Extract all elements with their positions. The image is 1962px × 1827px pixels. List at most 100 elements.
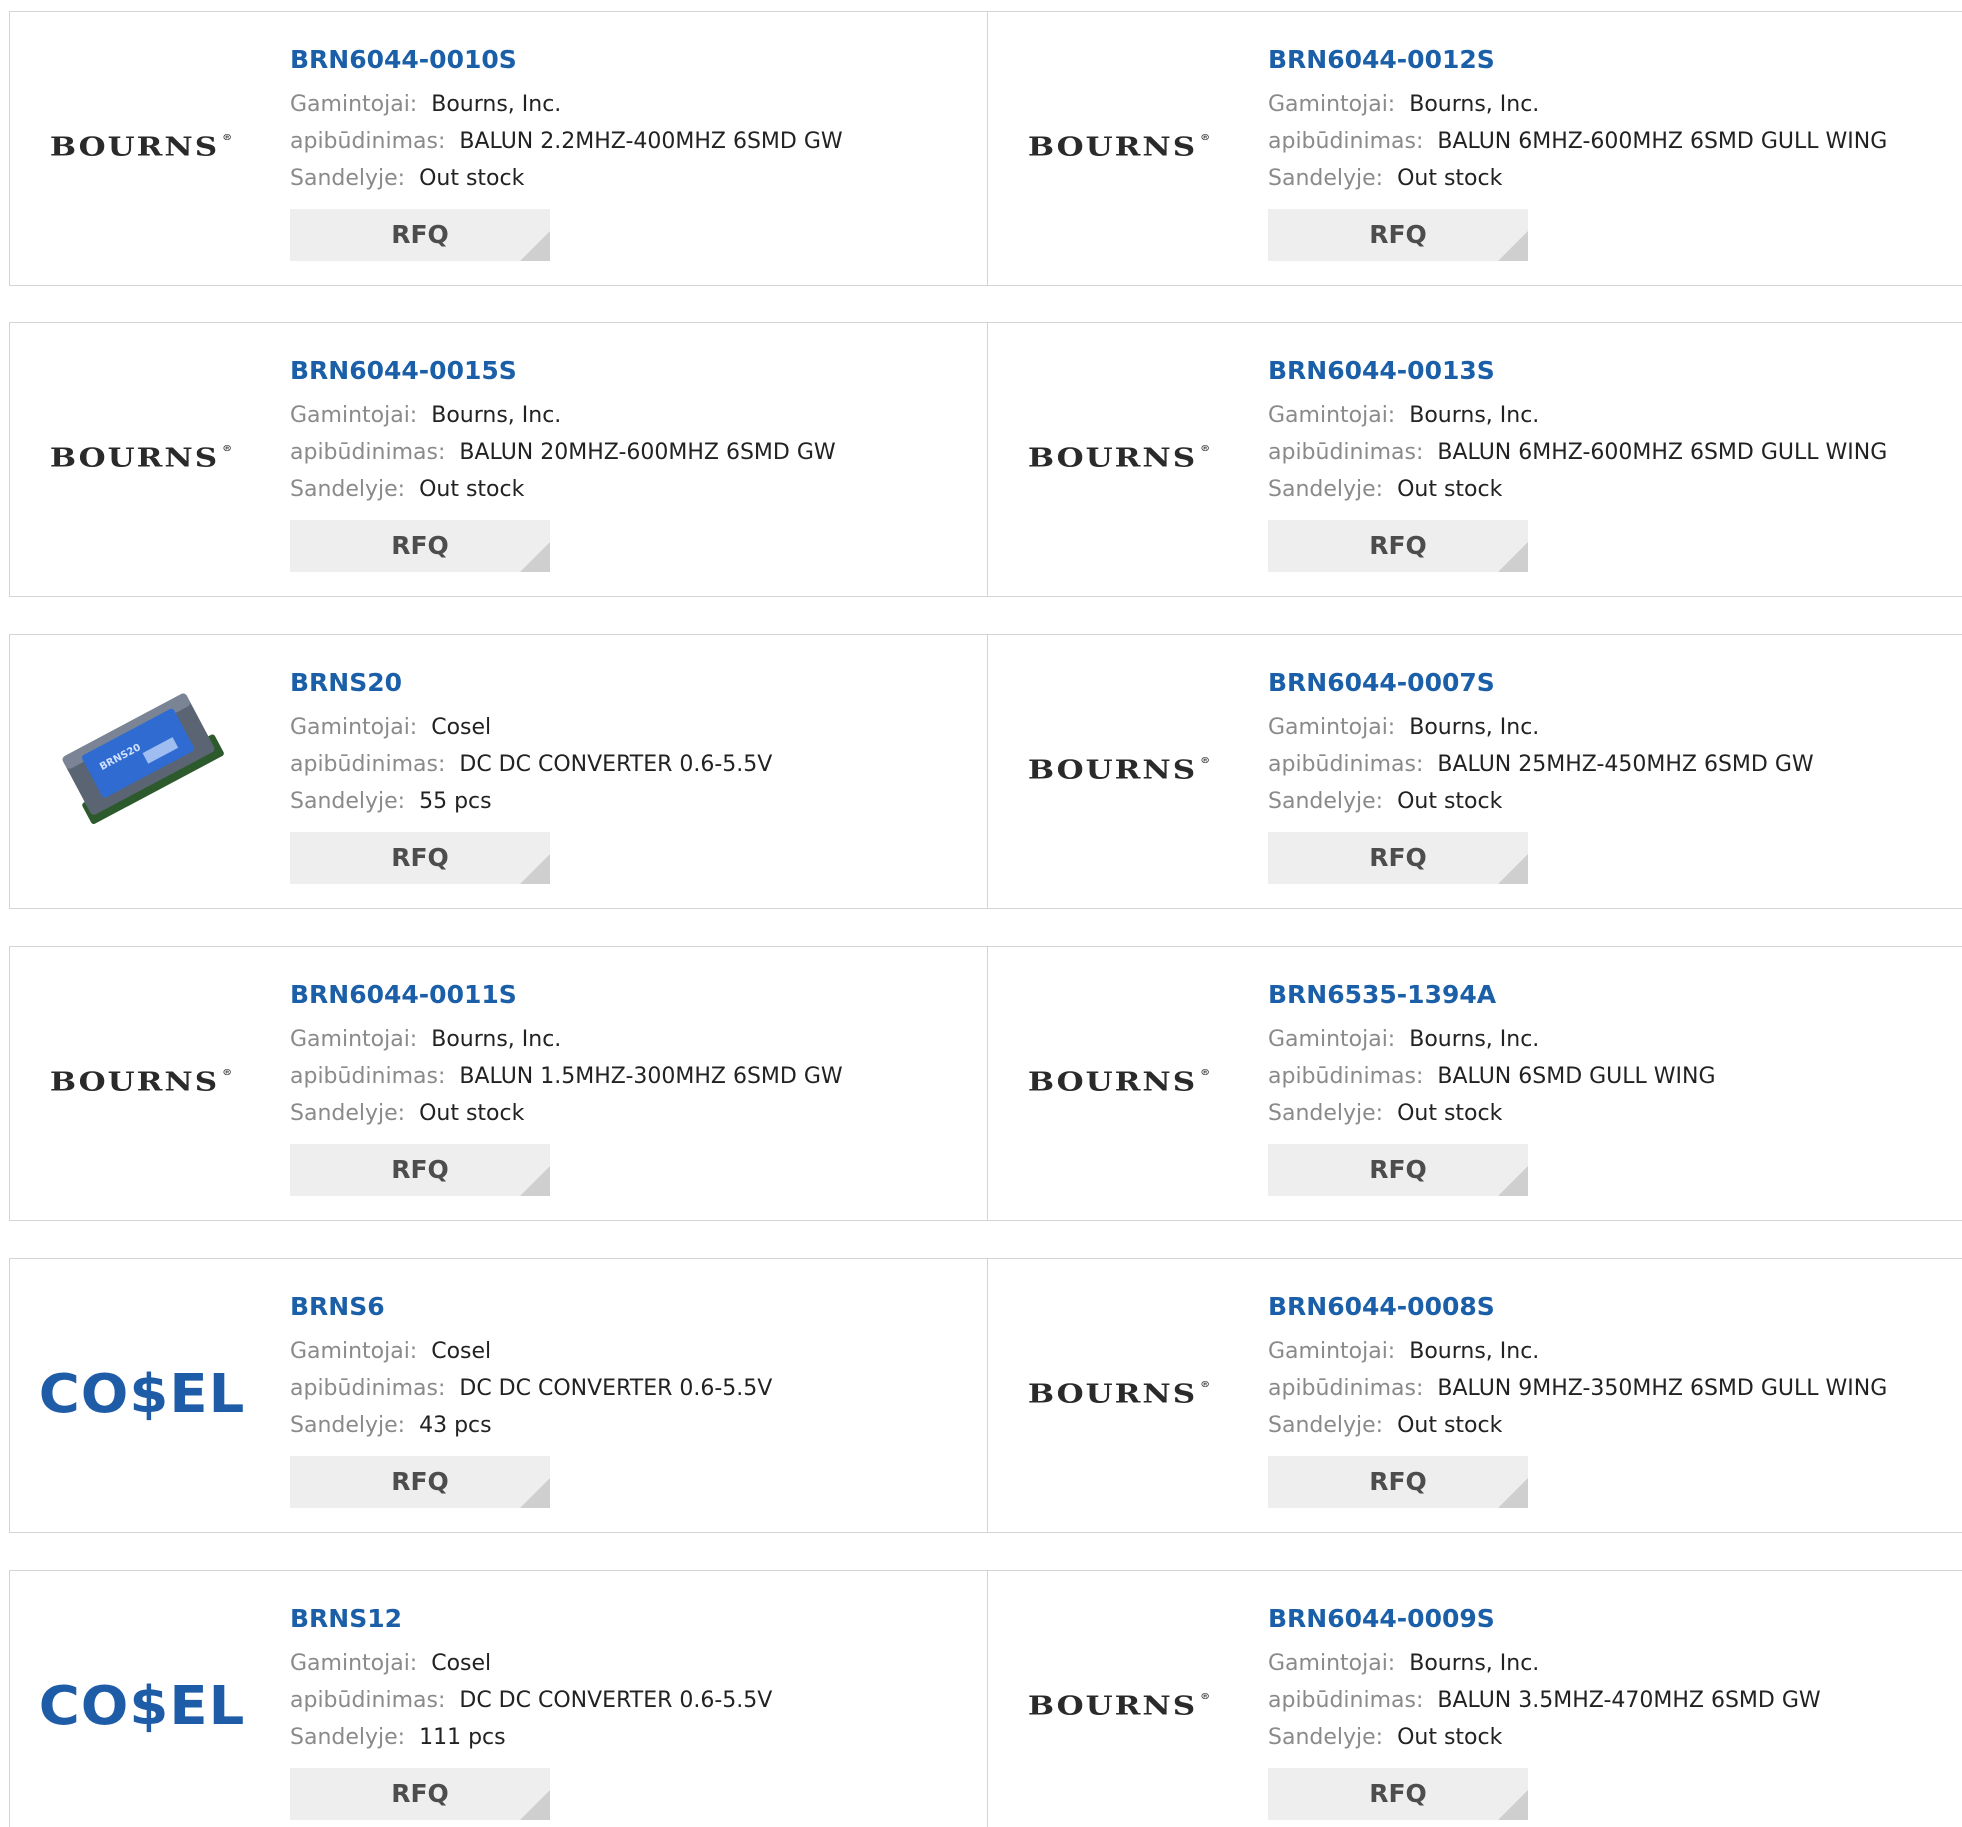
rfq-button[interactable]: RFQ <box>290 1768 550 1820</box>
product-info: BRNS6 Gamintojai: Cosel apibūdinimas: DC DC … <box>290 1291 772 1508</box>
manufacturer-line: Gamintojai: Bourns, Inc. <box>1268 709 1814 746</box>
part-number-link[interactable]: BRN6044-0011S <box>290 979 843 1011</box>
bourns-logo: BOURNS ® <box>1028 132 1212 163</box>
product-card: BRNS20 BRNS20 Gamintojai: Cosel apibūdinimas… <box>10 635 988 908</box>
product-card: CO$EL BRNS12 Gamintojai: Cosel apibūdinimas:… <box>10 1571 988 1827</box>
dc-converter-photo: BRNS20 <box>62 693 224 824</box>
bourns-logo: BOURNS ® <box>1028 1691 1212 1722</box>
rfq-button-label: RFQ <box>391 843 449 872</box>
manufacturer-label: Gamintojai: <box>290 715 418 740</box>
description-label: apibūdinimas: <box>1268 1064 1424 1089</box>
rfq-button[interactable]: RFQ <box>1268 209 1528 261</box>
product-row: CO$EL BRNS6 Gamintojai: Cosel apibūdinimas: D… <box>9 1258 1962 1533</box>
part-number-link[interactable]: BRN6044-0012S <box>1268 44 1887 76</box>
description-value: DC DC CONVERTER 0.6-5.5V <box>459 1688 773 1713</box>
part-number-link[interactable]: BRNS6 <box>290 1291 772 1323</box>
part-number-link[interactable]: BRN6044-0010S <box>290 44 843 76</box>
registered-mark: ® <box>1200 1692 1213 1702</box>
manufacturer-value: Bourns, Inc. <box>1409 1651 1540 1676</box>
rfq-button[interactable]: RFQ <box>290 520 550 572</box>
description-label: apibūdinimas: <box>290 129 446 154</box>
registered-mark: ® <box>1200 444 1213 454</box>
rfq-button[interactable]: RFQ <box>1268 832 1528 884</box>
product-image: BOURNS ® <box>1010 987 1230 1177</box>
description-line: apibūdinimas: BALUN 2.2MHZ-400MHZ 6SMD GW <box>290 123 843 160</box>
part-number-link[interactable]: BRN6044-0015S <box>290 355 836 387</box>
product-card: BOURNS ® BRN6044-0011S Gamintojai: Bourns, I… <box>10 947 988 1220</box>
stock-value: Out stock <box>1397 477 1503 502</box>
manufacturer-line: Gamintojai: Bourns, Inc. <box>1268 397 1887 434</box>
rfq-button-label: RFQ <box>391 220 449 249</box>
description-value: BALUN 2.2MHZ-400MHZ 6SMD GW <box>459 129 843 154</box>
corner-triangle-icon <box>1498 231 1528 261</box>
description-value: BALUN 6SMD GULL WING <box>1437 1064 1716 1089</box>
product-image: BOURNS ® <box>32 987 252 1177</box>
manufacturer-label: Gamintojai: <box>1268 1339 1396 1364</box>
rfq-button[interactable]: RFQ <box>1268 1768 1528 1820</box>
part-number-link[interactable]: BRN6044-0008S <box>1268 1291 1887 1323</box>
rfq-button-label: RFQ <box>391 1779 449 1808</box>
manufacturer-label: Gamintojai: <box>290 1339 418 1364</box>
part-number-link[interactable]: BRN6535-1394A <box>1268 979 1716 1011</box>
product-card: BOURNS ® BRN6044-0009S Gamintojai: Bourns, I… <box>988 1571 1962 1827</box>
product-row: CO$EL BRNS12 Gamintojai: Cosel apibūdinimas:… <box>9 1570 1962 1827</box>
stock-line: Sandelyje: Out stock <box>1268 471 1887 508</box>
description-line: apibūdinimas: DC DC CONVERTER 0.6-5.5V <box>290 1370 772 1407</box>
corner-triangle-icon <box>1498 1790 1528 1820</box>
description-line: apibūdinimas: BALUN 9MHZ-350MHZ 6SMD GULL… <box>1268 1370 1887 1407</box>
product-card: BOURNS ® BRN6535-1394A Gamintojai: Bourns, I… <box>988 947 1962 1220</box>
part-number-link[interactable]: BRN6044-0007S <box>1268 667 1814 699</box>
product-card: CO$EL BRNS6 Gamintojai: Cosel apibūdinimas: D… <box>10 1259 988 1532</box>
registered-mark: ® <box>1200 133 1213 143</box>
description-label: apibūdinimas: <box>1268 1688 1424 1713</box>
rfq-button-label: RFQ <box>1369 1467 1427 1496</box>
rfq-button[interactable]: RFQ <box>1268 1456 1528 1508</box>
corner-triangle-icon <box>520 231 550 261</box>
manufacturer-label: Gamintojai: <box>1268 715 1396 740</box>
stock-line: Sandelyje: Out stock <box>1268 783 1814 820</box>
product-info: BRN6535-1394A Gamintojai: Bourns, Inc. apib… <box>1268 979 1716 1196</box>
stock-line: Sandelyje: Out stock <box>1268 160 1887 197</box>
description-label: apibūdinimas: <box>290 752 446 777</box>
rfq-button[interactable]: RFQ <box>1268 1144 1528 1196</box>
stock-line: Sandelyje: Out stock <box>1268 1095 1716 1132</box>
bourns-logo-text: BOURNS <box>1027 1690 1198 1722</box>
stock-line: Sandelyje: 55 pcs <box>290 783 772 820</box>
manufacturer-value: Bourns, Inc. <box>431 92 562 117</box>
product-info: BRN6044-0009S Gamintojai: Bourns, Inc. apib… <box>1268 1603 1821 1820</box>
stock-label: Sandelyje: <box>1268 477 1384 502</box>
part-number-link[interactable]: BRNS20 <box>290 667 772 699</box>
stock-label: Sandelyje: <box>290 477 406 502</box>
part-number-link[interactable]: BRN6044-0009S <box>1268 1603 1821 1635</box>
part-number-link[interactable]: BRNS12 <box>290 1603 772 1635</box>
part-number-link[interactable]: BRN6044-0013S <box>1268 355 1887 387</box>
stock-line: Sandelyje: Out stock <box>1268 1719 1821 1756</box>
description-value: BALUN 1.5MHZ-300MHZ 6SMD GW <box>459 1064 843 1089</box>
manufacturer-line: Gamintojai: Bourns, Inc. <box>1268 1021 1716 1058</box>
product-info: BRN6044-0007S Gamintojai: Bourns, Inc. apib… <box>1268 667 1814 884</box>
stock-line: Sandelyje: Out stock <box>290 1095 843 1132</box>
rfq-button[interactable]: RFQ <box>290 832 550 884</box>
description-label: apibūdinimas: <box>1268 440 1424 465</box>
stock-value: Out stock <box>1397 789 1503 814</box>
stock-value: Out stock <box>1397 1101 1503 1126</box>
stock-value: Out stock <box>419 1101 525 1126</box>
rfq-button[interactable]: RFQ <box>290 209 550 261</box>
manufacturer-line: Gamintojai: Cosel <box>290 1333 772 1370</box>
stock-label: Sandelyje: <box>290 1725 406 1750</box>
rfq-button-label: RFQ <box>1369 1155 1427 1184</box>
manufacturer-value: Cosel <box>431 715 492 740</box>
rfq-button[interactable]: RFQ <box>290 1144 550 1196</box>
stock-line: Sandelyje: 43 pcs <box>290 1407 772 1444</box>
product-card: BOURNS ® BRN6044-0008S Gamintojai: Bourns, I… <box>988 1259 1962 1532</box>
product-image: BOURNS ® <box>1010 1299 1230 1489</box>
rfq-button[interactable]: RFQ <box>1268 520 1528 572</box>
stock-label: Sandelyje: <box>1268 789 1384 814</box>
rfq-button[interactable]: RFQ <box>290 1456 550 1508</box>
stock-value: Out stock <box>419 166 525 191</box>
stock-line: Sandelyje: Out stock <box>290 160 843 197</box>
registered-mark: ® <box>222 1068 235 1078</box>
description-label: apibūdinimas: <box>1268 1376 1424 1401</box>
stock-label: Sandelyje: <box>290 789 406 814</box>
product-card: BOURNS ® BRN6044-0012S Gamintojai: Bourns, I… <box>988 12 1962 285</box>
